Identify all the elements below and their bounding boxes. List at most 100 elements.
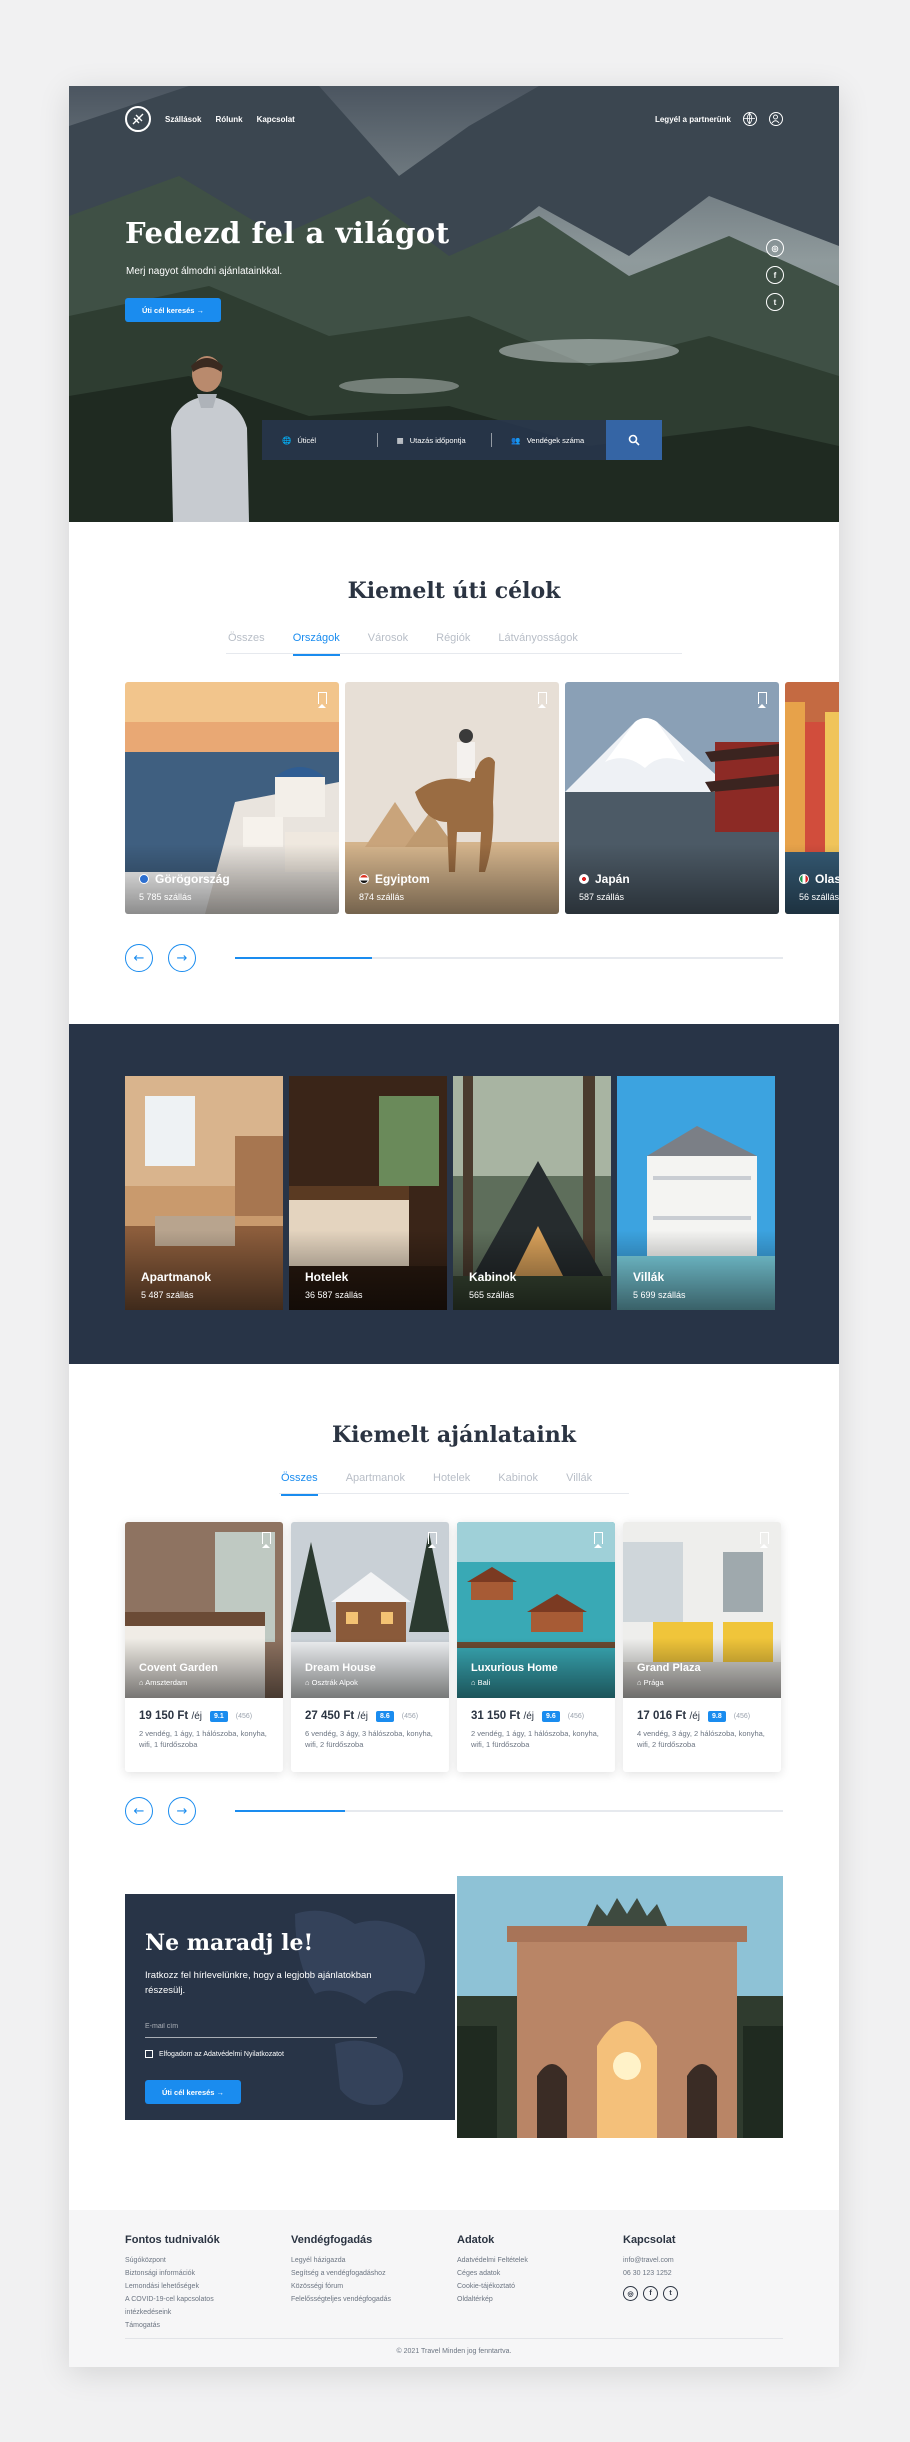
social-links: ◎ f t [766,239,784,311]
destinations-carousel: Görögország 5 785 szállás Egyiptom 874 s… [125,682,839,914]
contact-email[interactable]: info@travel.com [623,2254,678,2267]
arch-image [457,1876,783,2138]
offer-card-covent-garden[interactable]: Covent Garden ⌂ Amszterdam 19 150 Ft /éj… [125,1522,283,1772]
twitter-icon[interactable]: t [766,293,784,311]
destination-card-egypt[interactable]: Egyiptom 874 szállás [345,682,559,914]
offer-price-row: 17 016 Ft /éj 9.8 (456) [637,1710,750,1722]
bookmark-icon[interactable] [262,1532,271,1548]
offers-title: Kiemelt ajánlataink [331,1422,577,1448]
footer-link[interactable]: Adatvédelmi Feltételek [457,2254,528,2267]
offer-price: 19 150 Ft /éj [139,1710,202,1722]
footer-heading: Kapcsolat [623,2234,676,2246]
footer-divider [125,2338,783,2339]
destination-card-greece[interactable]: Görögország 5 785 szállás [125,682,339,914]
offer-reviews: (456) [733,1712,751,1720]
footer-link[interactable]: Felelősségteljes vendégfogadás [291,2293,391,2306]
footer-link[interactable]: Céges adatok [457,2267,528,2280]
offer-name: Grand Plaza [637,1662,701,1674]
destination-card-japan[interactable]: Japán 587 szállás [565,682,779,914]
arrow-right-icon: → [176,1803,188,1819]
offer-rating: 9.1 [210,1710,228,1722]
footer-link[interactable]: Legyél házigazda [291,2254,391,2267]
bookmark-icon[interactable] [760,1532,769,1548]
nav-link-contact[interactable]: Kapcsolat [257,115,295,124]
instagram-icon[interactable]: ◎ [766,239,784,257]
guests-field[interactable]: 👥 Vendégek száma [491,420,606,460]
footer-link[interactable]: Közösségi fórum [291,2280,391,2293]
category-card-hotels[interactable]: Hotelek 36 587 szállás [289,1076,447,1310]
contact-phone[interactable]: 06 30 123 1252 [623,2267,678,2280]
bookmark-icon[interactable] [318,692,327,708]
consent-checkbox[interactable] [145,2050,153,2058]
partner-link[interactable]: Legyél a partnerünk [655,115,731,124]
bookmark-icon[interactable] [594,1532,603,1548]
globe-icon: 🌐 [282,435,292,445]
offer-card-grand-plaza[interactable]: Grand Plaza ⌂ Prága 17 016 Ft /éj 9.8 (4… [623,1522,781,1772]
destination-field[interactable]: 🌐 Úticél [262,420,377,460]
copyright: © 2021 Travel Minden jog fenntartva. [396,2348,512,2355]
tab-villas[interactable]: Villák [566,1472,592,1496]
footer-link[interactable]: Oldaltérkép [457,2293,528,2306]
footer-link[interactable]: Biztonsági információk [125,2267,235,2280]
category-card-cabins[interactable]: Kabinok 565 szállás [453,1076,611,1310]
category-card-apartments[interactable]: Apartmanok 5 487 szállás [125,1076,283,1310]
tab-cities[interactable]: Városok [368,632,408,656]
categories-section: Apartmanok 5 487 szállás Hotelek 36 587 … [69,1024,839,1364]
tab-apartments[interactable]: Apartmanok [346,1472,405,1496]
hero-search-button[interactable]: Úti cél keresés → [125,298,221,322]
instagram-icon[interactable]: ◎ [623,2286,638,2301]
dates-field[interactable]: ▦ Utazás időpontja [376,420,492,460]
page: Szállások Rólunk Kapcsolat Legyél a part… [69,86,839,2367]
bookmark-icon[interactable] [428,1532,437,1548]
offer-card-dream-house[interactable]: Dream House ⌂ Osztrák Alpok 27 450 Ft /é… [291,1522,449,1772]
bookmark-icon[interactable] [758,692,767,708]
category-name: Apartmanok [141,1270,212,1284]
category-card-villas[interactable]: Villák 5 699 szállás [617,1076,775,1310]
footer-link[interactable]: Támogatás [125,2319,235,2332]
newsletter-cta-button[interactable]: Úti cél keresés → [145,2080,241,2104]
tab-all[interactable]: Összes [281,1472,318,1496]
tab-countries[interactable]: Országok [292,632,340,656]
facebook-icon[interactable]: f [766,266,784,284]
bookmark-icon[interactable] [538,692,547,708]
carousel-prev-button[interactable]: ← [125,944,153,972]
offer-price-row: 31 150 Ft /éj 9.6 (456) [471,1710,584,1722]
offer-rating: 9.8 [708,1710,726,1722]
facebook-icon[interactable]: f [643,2286,658,2301]
search-button[interactable] [606,420,663,460]
offers-prev-button[interactable]: ← [125,1797,153,1825]
category-count: 36 587 szállás [305,1290,363,1300]
logo-icon[interactable] [125,106,151,132]
offer-reviews: (456) [235,1712,253,1720]
tab-sights[interactable]: Látványosságok [498,632,578,656]
nav-link-about[interactable]: Rólunk [215,115,242,124]
offers-progress-fill [235,1810,345,1812]
nav-link-accommodations[interactable]: Szállások [165,115,201,124]
user-icon[interactable] [769,112,783,126]
email-field[interactable] [145,2016,377,2038]
offer-card-luxurious-home[interactable]: Luxurious Home ⌂ Bali 31 150 Ft /éj 9.6 … [457,1522,615,1772]
tab-all[interactable]: Összes [228,632,265,656]
newsletter-box: Ne maradj le! Iratkozz fel hírlevelünkre… [125,1894,455,2120]
footer-link[interactable]: Cookie-tájékoztató [457,2280,528,2293]
twitter-icon[interactable]: t [663,2286,678,2301]
tab-hotels[interactable]: Hotelek [433,1472,470,1496]
tab-regions[interactable]: Régiók [436,632,470,656]
category-name: Villák [633,1270,665,1284]
offer-description: 2 vendég, 1 ágy, 1 hálószoba, konyha, wi… [139,1729,267,1749]
guests-icon: 👥 [511,435,521,445]
hero-section: Szállások Rólunk Kapcsolat Legyél a part… [69,86,839,522]
footer-link[interactable]: Súgóközpont [125,2254,235,2267]
arrow-left-icon: ← [133,950,145,966]
top-navigation: Szállások Rólunk Kapcsolat Legyél a part… [125,104,783,134]
destination-card-italy[interactable]: Olasz 56 szállás [785,682,839,914]
category-count: 5 699 szállás [633,1290,686,1300]
carousel-next-button[interactable]: → [168,944,196,972]
destination-count: 56 szállás [799,892,839,902]
offers-next-button[interactable]: → [168,1797,196,1825]
footer-link[interactable]: A COVID-19-cel kapcsolatos intézkedésein… [125,2293,235,2319]
tab-cabins[interactable]: Kabinok [498,1472,538,1496]
footer-link[interactable]: Segítség a vendégfogadáshoz [291,2267,391,2280]
globe-icon[interactable] [743,112,757,126]
footer-link[interactable]: Lemondási lehetőségek [125,2280,235,2293]
